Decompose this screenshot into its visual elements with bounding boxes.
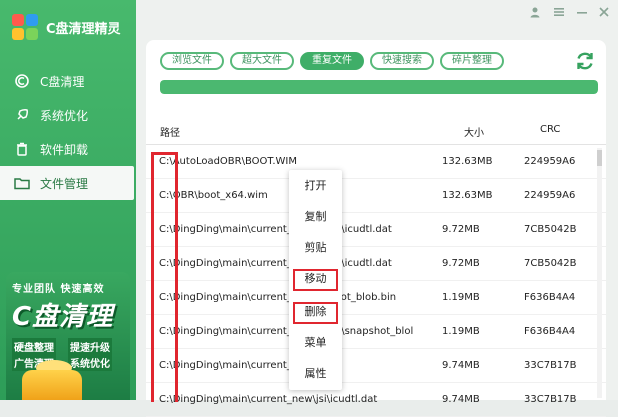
progress-fill [160,80,598,94]
promo-banner[interactable]: 专业团队 快速高效 C盘清理 硬盘整理 提速升级 广告清理 系统优化 [6,272,130,400]
menu-item-delete[interactable]: 删除 [293,302,338,324]
file-table-body: C:\AutoLoadOBR\BOOT.WIM 132.63MB 224959A… [146,145,606,417]
table-row[interactable]: C:\DingDing\main\current_…\snapshot_blob… [146,281,606,315]
refresh-icon[interactable] [574,50,596,72]
tab-quick-search[interactable]: 快速搜索 [370,52,434,70]
row-crc: 7CB5042B [524,258,577,269]
promo-tag: 系统优化 [68,354,112,371]
table-row[interactable]: C:\DingDing\main\current_…t 9.74MB 33C7B… [146,349,606,383]
column-header-crc[interactable]: CRC [540,124,560,135]
highlight-box [151,152,178,402]
table-row[interactable]: C:\DingDing\main\current_…runtime\icudtl… [146,213,606,247]
scrollbar-thumb[interactable] [597,150,602,166]
tab-browse-files[interactable]: 浏览文件 [160,52,224,70]
trash-icon [14,141,30,157]
user-icon[interactable] [526,6,544,24]
row-path: C:\AutoLoadOBR\BOOT.WIM [159,156,297,167]
app-title: C盘清理精灵 [46,22,121,37]
menu-item-properties[interactable]: 属性 [289,364,342,384]
row-crc: F636B4A4 [524,292,576,303]
row-crc: 7CB5042B [524,224,577,235]
promo-title: C盘清理 [12,302,114,332]
tab-defrag[interactable]: 碎片整理 [440,52,504,70]
sidebar-item-uninstall[interactable]: 软件卸载 [0,132,136,166]
row-crc: 33C7B17B [524,360,577,371]
tab-bar: 浏览文件 超大文件 重复文件 快速搜索 碎片整理 [160,52,504,70]
row-size: 132.63MB [442,156,493,167]
close-icon[interactable] [595,6,613,24]
row-crc: 224959A6 [524,190,576,201]
menu-icon[interactable] [550,6,568,24]
menu-item-move[interactable]: 移动 [293,269,338,291]
main-panel: 浏览文件 超大文件 重复文件 快速搜索 碎片整理 路径 大小 CRC C:\Au… [146,40,606,417]
table-header: 路径 大小 CRC [160,124,598,140]
app-logo-icon [12,14,40,42]
sidebar-item-label: C盘清理 [40,74,85,89]
table-row[interactable]: C:\AutoLoadOBR\BOOT.WIM 132.63MB 224959A… [146,145,606,179]
table-row[interactable]: C:\DingDing\main\current_new\jsi\icudtl.… [146,383,606,417]
promo-tag: 硬盘整理 [12,338,56,355]
table-scrollbar[interactable] [597,148,602,398]
c-drive-icon [14,73,30,89]
column-header-size[interactable]: 大小 [464,124,484,139]
promo-slogan: 专业团队 快速高效 [12,284,105,295]
table-row[interactable]: C:\DingDing\main\current_…runtime\icudtl… [146,247,606,281]
table-row[interactable]: C:\DingDing\main\current_…runtime\snapsh… [146,315,606,349]
tab-duplicate-files[interactable]: 重复文件 [300,52,364,70]
row-size: 1.19MB [442,292,480,303]
promo-tag: 提速升级 [68,338,112,355]
row-crc: 224959A6 [524,156,576,167]
sidebar-item-system-optimize[interactable]: 系统优化 [0,98,136,132]
row-path: C:\DingDing\main\current_…runtime\snapsh… [159,326,414,337]
tab-large-files[interactable]: 超大文件 [230,52,294,70]
row-size: 9.72MB [442,258,480,269]
minimize-icon[interactable] [573,6,591,24]
sidebar-item-label: 文件管理 [40,176,89,191]
scan-progress-bar [160,80,598,94]
row-path: C:\DingDing\main\current_…runtime\icudtl… [159,224,392,235]
sidebar-item-label: 系统优化 [40,108,89,123]
menu-item-cut[interactable]: 剪贴 [289,238,342,258]
sidebar-item-label: 软件卸载 [40,142,89,157]
sidebar: C盘清理精灵 C盘清理 系统优化 软件卸载 文件管理 专业团队 快速高效 C盘清… [0,0,136,400]
app-window: C盘清理精灵 C盘清理 系统优化 软件卸载 文件管理 专业团队 快速高效 C盘清… [0,0,618,417]
row-path: C:\DingDing\main\current_…runtime\icudtl… [159,258,392,269]
column-header-path[interactable]: 路径 [160,124,180,139]
sidebar-item-c-clean[interactable]: C盘清理 [0,64,136,98]
folder-icon [14,175,30,191]
sidebar-nav: C盘清理 系统优化 软件卸载 文件管理 [0,64,136,200]
context-menu: 打开 复制 剪贴 移动 删除 菜单 属性 [289,170,342,390]
menu-item-open[interactable]: 打开 [289,176,342,196]
row-path: C:\DingDing\main\current_…\snapshot_blob… [159,292,397,303]
menu-item-copy[interactable]: 复制 [289,207,342,227]
row-crc: F636B4A4 [524,326,576,337]
row-size: 9.72MB [442,224,480,235]
sidebar-item-file-manage[interactable]: 文件管理 [0,166,134,200]
row-path: C:\DingDing\main\current_…t [159,360,306,371]
coin-stack-illustration [22,370,82,400]
menu-item-menu[interactable]: 菜单 [289,333,342,353]
row-size: 132.63MB [442,190,493,201]
row-size: 9.74MB [442,360,480,371]
row-size: 1.19MB [442,326,480,337]
rocket-icon [14,107,30,123]
table-row[interactable]: C:\OBR\boot_x64.wim 132.63MB 224959A6 [146,179,606,213]
